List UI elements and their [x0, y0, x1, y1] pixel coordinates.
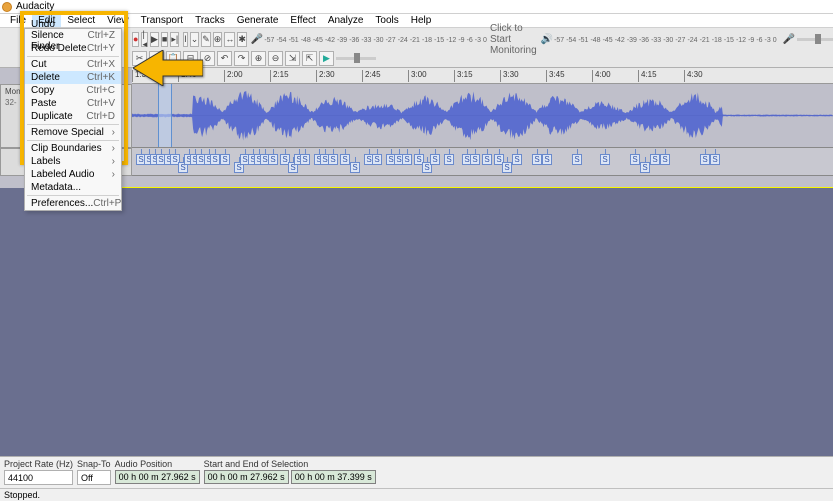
menuitem-copy[interactable]: CopyCtrl+C — [25, 84, 121, 97]
menuitem-duplicate[interactable]: DuplicateCtrl+D — [25, 110, 121, 123]
silence-label[interactable]: S — [482, 154, 492, 165]
ruler-tick: 3:45 — [546, 70, 565, 82]
stop-button[interactable]: ■ — [161, 32, 168, 47]
silence-label[interactable]: S — [600, 154, 610, 165]
record-button[interactable]: ● — [132, 32, 139, 47]
zoom-in-button[interactable]: ⊕ — [251, 51, 266, 66]
silence-label[interactable]: S — [372, 154, 382, 165]
empty-track-area[interactable] — [0, 188, 833, 456]
silence-label[interactable]: S — [444, 154, 454, 165]
mic-icon: 🎤 — [783, 34, 795, 45]
ruler-tick: 4:15 — [638, 70, 657, 82]
ruler-tick: 2:00 — [224, 70, 243, 82]
menuitem-metadata-[interactable]: Metadata... — [25, 181, 121, 194]
waveform[interactable] — [132, 84, 833, 148]
play-meter[interactable]: 🔊 -57-54-51-48-45-42-39-36-33-30-27-24-2… — [541, 34, 779, 45]
silence-label[interactable]: S — [650, 154, 660, 165]
ruler-tick: 2:15 — [270, 70, 289, 82]
ruler-tick: 4:30 — [684, 70, 703, 82]
selection-toolbar: Project Rate (Hz) 44100 Snap-To Off Audi… — [0, 456, 833, 488]
fit-project-button[interactable]: ⇱ — [302, 51, 317, 66]
selection-tool-button[interactable]: I — [183, 32, 188, 47]
silence-label[interactable]: S — [328, 154, 338, 165]
silence-label[interactable]: S — [300, 154, 310, 165]
mic-icon: 🎤 — [251, 34, 263, 45]
skip-end-button[interactable]: ▸| — [170, 32, 179, 47]
silence-label[interactable]: S — [512, 154, 522, 165]
zoom-out-button[interactable]: ⊖ — [268, 51, 283, 66]
ruler-tick: 2:30 — [316, 70, 335, 82]
silence-label[interactable]: S — [402, 154, 412, 165]
undo-button[interactable]: ↶ — [217, 51, 232, 66]
multi-tool-button[interactable]: ✱ — [237, 32, 247, 47]
ruler-tick: 4:00 — [592, 70, 611, 82]
menuitem-redo-delete[interactable]: Redo DeleteCtrl+Y — [25, 42, 121, 55]
project-rate-label: Project Rate (Hz) — [4, 459, 73, 469]
selection-start-field[interactable]: 00 h 00 m 27.962 s — [204, 470, 289, 484]
selection-region[interactable] — [158, 84, 172, 147]
audio-position-field[interactable]: 00 h 00 m 27.962 s — [115, 470, 200, 484]
menuitem-cut[interactable]: CutCtrl+X — [25, 58, 121, 71]
silence-label[interactable]: S — [470, 154, 480, 165]
ruler-tick: 3:30 — [500, 70, 519, 82]
tutorial-arrow-icon — [133, 50, 203, 89]
silence-label[interactable]: S — [210, 154, 220, 165]
silence-label[interactable]: S — [532, 154, 542, 165]
menu-file[interactable]: File — [4, 14, 32, 27]
play-at-speed-button[interactable]: ▶ — [319, 51, 334, 66]
rec-volume-slider[interactable]: 🎤 — [783, 34, 833, 45]
snap-to-label: Snap-To — [77, 459, 111, 469]
menuitem-clip-boundaries[interactable]: Clip Boundaries — [25, 142, 121, 155]
menuitem-paste[interactable]: PasteCtrl+V — [25, 97, 121, 110]
selection-label: Start and End of Selection — [204, 459, 376, 469]
skip-start-button[interactable]: |◂ — [141, 32, 148, 47]
toolbar: ● |◂ ▶ ■ ▸| I ⌄ ✎ ⊕ ↔ ✱ 🎤 -57-54-51-48-4… — [0, 28, 833, 68]
menuitem-labels[interactable]: Labels — [25, 155, 121, 168]
status-bar: Stopped. — [0, 488, 833, 500]
label-track[interactable]: SSSSSSSSSSSSSSSSSSSSSSSSSSSSSSSSSSSSSSSS… — [132, 148, 833, 176]
timeline-ruler[interactable]: 1:301:452:002:152:302:453:003:153:303:45… — [132, 68, 833, 84]
edit-menu-dropdown: Undo Silence FinderCtrl+ZRedo DeleteCtrl… — [24, 28, 122, 211]
ruler-tick: 2:45 — [362, 70, 381, 82]
menu-view[interactable]: View — [101, 14, 135, 27]
snap-to-select[interactable]: Off — [77, 470, 111, 485]
playback-speed-slider[interactable] — [336, 57, 376, 60]
silence-label[interactable]: S — [268, 154, 278, 165]
envelope-tool-button[interactable]: ⌄ — [190, 32, 200, 47]
speaker-icon: 🔊 — [541, 34, 553, 45]
silence-label[interactable]: S — [700, 154, 710, 165]
silence-label[interactable]: S — [430, 154, 440, 165]
window-title: Audacity — [16, 1, 54, 12]
zoom-tool-button[interactable]: ⊕ — [213, 32, 223, 47]
redo-button[interactable]: ↷ — [234, 51, 249, 66]
menuitem-undo-silence-finder[interactable]: Undo Silence FinderCtrl+Z — [25, 29, 121, 42]
menuitem-preferences-[interactable]: Preferences...Ctrl+P — [25, 197, 121, 210]
ruler-tick: 3:15 — [454, 70, 473, 82]
silence-label[interactable]: S — [350, 162, 360, 173]
menuitem-remove-special[interactable]: Remove Special — [25, 126, 121, 139]
menuitem-delete[interactable]: DeleteCtrl+K — [25, 71, 121, 84]
silence-label[interactable]: S — [572, 154, 582, 165]
silence-label[interactable]: S — [502, 162, 512, 173]
menuitem-labeled-audio[interactable]: Labeled Audio — [25, 168, 121, 181]
timeline-panel: 1:301:452:002:152:302:453:003:153:303:45… — [0, 68, 833, 188]
menu-tracks[interactable]: Tracks — [189, 14, 231, 27]
app-logo-icon — [2, 2, 12, 12]
timeshift-tool-button[interactable]: ↔ — [224, 32, 235, 47]
silence-label[interactable]: S — [542, 154, 552, 165]
menu-transport[interactable]: Transport — [135, 14, 189, 27]
project-rate-select[interactable]: 44100 — [4, 470, 73, 485]
ruler-tick: 3:00 — [408, 70, 427, 82]
silence-label[interactable]: S — [710, 154, 720, 165]
silence-label[interactable]: S — [340, 154, 350, 165]
fit-selection-button[interactable]: ⇲ — [285, 51, 300, 66]
draw-tool-button[interactable]: ✎ — [201, 32, 211, 47]
silence-label[interactable]: S — [640, 162, 650, 173]
silence-label[interactable]: S — [220, 154, 230, 165]
silence-label[interactable]: S — [630, 154, 640, 165]
silence-label[interactable]: S — [660, 154, 670, 165]
audio-position-label: Audio Position — [115, 459, 200, 469]
selection-end-field[interactable]: 00 h 00 m 37.399 s — [291, 470, 376, 484]
play-button[interactable]: ▶ — [150, 32, 159, 47]
